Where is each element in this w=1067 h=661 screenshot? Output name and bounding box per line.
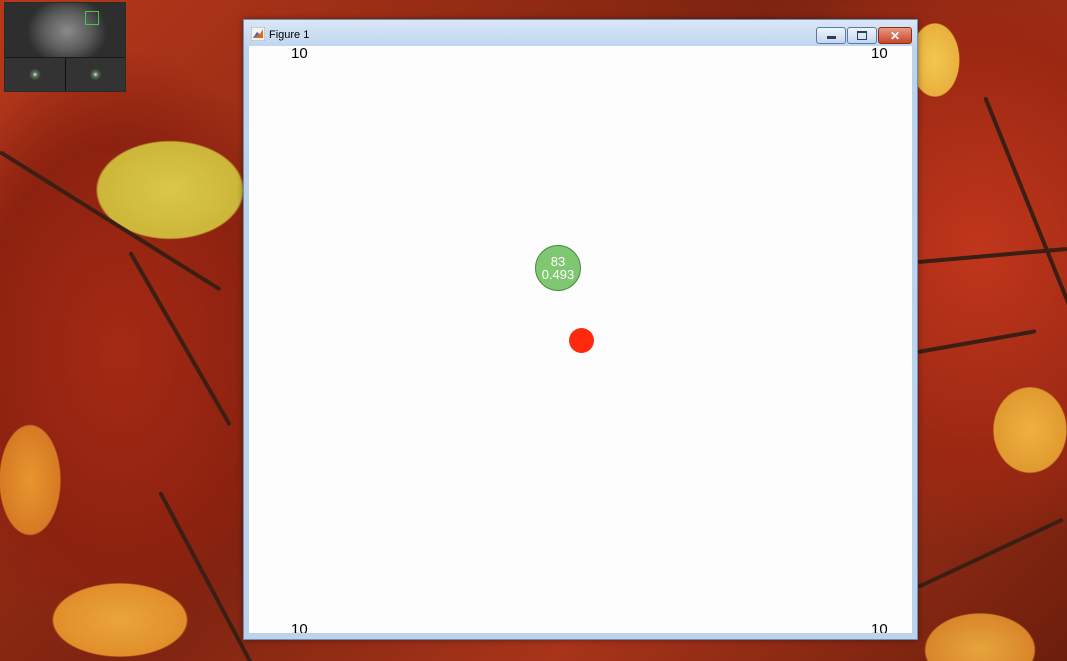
webcam-preview bbox=[4, 2, 126, 92]
wallpaper-branch bbox=[917, 517, 1064, 589]
corner-label-top-left: 10 bbox=[291, 46, 308, 62]
wallpaper-branch bbox=[0, 150, 222, 292]
minimize-button[interactable] bbox=[816, 27, 846, 44]
corner-label-bottom-left: 10 bbox=[291, 621, 308, 633]
figure-window[interactable]: Figure 1 ✕ 10 10 10 10 83 0.493 bbox=[243, 19, 918, 640]
target-value: 0.493 bbox=[541, 267, 575, 282]
face-tracking-box bbox=[85, 11, 99, 25]
corner-label-bottom-right: 10 bbox=[871, 621, 888, 633]
gaze-point-dot bbox=[569, 328, 594, 353]
eye-crops bbox=[5, 58, 125, 91]
matlab-icon bbox=[251, 27, 265, 41]
right-eye-image bbox=[65, 58, 125, 91]
window-title: Figure 1 bbox=[269, 29, 310, 41]
minimize-icon bbox=[826, 36, 836, 39]
wallpaper-branch bbox=[917, 329, 1037, 354]
maximize-icon bbox=[857, 31, 867, 40]
maximize-button[interactable] bbox=[847, 27, 877, 44]
calibration-target: 83 0.493 bbox=[535, 245, 581, 291]
close-button[interactable]: ✕ bbox=[878, 27, 912, 44]
face-image bbox=[5, 3, 125, 57]
wallpaper-branch bbox=[128, 251, 232, 427]
wallpaper-branch bbox=[158, 491, 256, 661]
wallpaper-branch bbox=[983, 96, 1067, 312]
corner-label-top-right: 10 bbox=[871, 46, 888, 62]
title-bar[interactable]: Figure 1 ✕ bbox=[244, 20, 917, 46]
close-icon: ✕ bbox=[889, 28, 901, 43]
figure-canvas[interactable]: 10 10 10 10 83 0.493 bbox=[249, 46, 912, 633]
left-eye-image bbox=[5, 58, 66, 91]
